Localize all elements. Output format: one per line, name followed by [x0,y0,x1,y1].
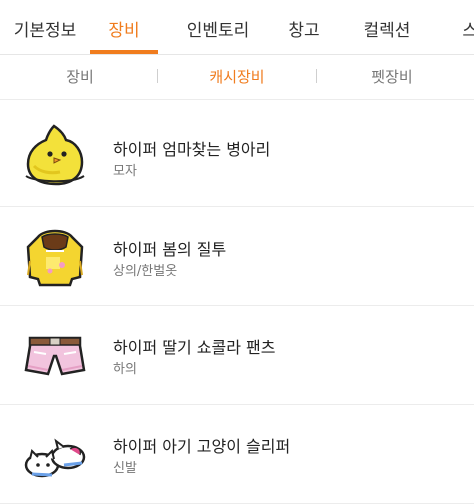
top-tab-bar: 기본정보 장비 인벤토리 창고 컬렉션 스킬 [0,0,474,55]
item-category: 모자 [113,164,137,179]
yellow-hoodie-icon [20,221,90,291]
list-item[interactable]: 하이퍼 아기 고양이 슬리퍼 신발 [0,405,474,504]
active-tab-indicator [90,50,158,54]
tab-skill[interactable]: 스킬 [448,0,474,54]
subtab-equipment[interactable]: 장비 [40,55,120,99]
tab-inventory[interactable]: 인벤토리 [168,0,268,54]
subtab-divider [157,69,158,83]
item-category: 하의 [113,362,137,377]
item-name: 하이퍼 봄의 질투 [113,240,227,259]
subtab-divider [316,69,317,83]
list-item[interactable]: 하이퍼 엄마찾는 병아리 모자 [0,108,474,207]
sub-tab-bar: 장비 캐시장비 펫장비 [0,55,474,100]
item-name: 하이퍼 딸기 쇼콜라 팬츠 [113,338,276,357]
cat-slippers-icon [20,419,90,489]
item-category: 상의/한벌옷 [113,264,178,279]
tab-storage[interactable]: 창고 [278,0,330,54]
pink-shorts-icon [20,320,90,390]
chick-hat-icon [20,122,90,192]
tab-equipment[interactable]: 장비 [90,0,158,54]
subtab-pet-equipment[interactable]: 펫장비 [352,55,432,99]
list-item[interactable]: 하이퍼 봄의 질투 상의/한벌옷 [0,207,474,306]
tab-basic-info[interactable]: 기본정보 [0,0,90,54]
item-name: 하이퍼 엄마찾는 병아리 [113,140,271,159]
list-item[interactable]: 하이퍼 딸기 쇼콜라 팬츠 하의 [0,306,474,405]
item-category: 신발 [113,461,137,476]
tab-collection[interactable]: 컬렉션 [354,0,420,54]
item-name: 하이퍼 아기 고양이 슬리퍼 [113,437,291,456]
subtab-cash-equipment[interactable]: 캐시장비 [192,55,282,99]
